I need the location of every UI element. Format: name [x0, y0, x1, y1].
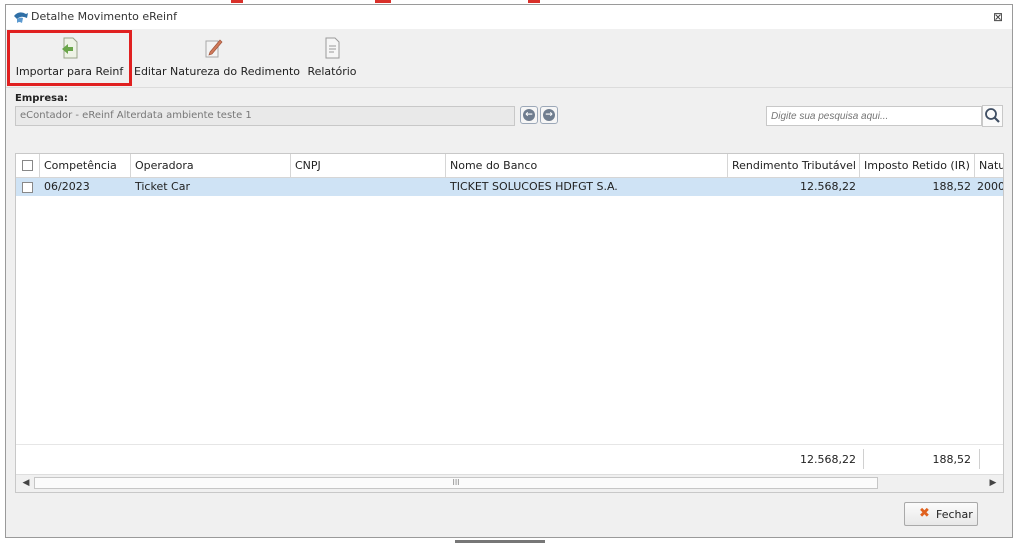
scroll-right-icon[interactable]: ▶	[985, 475, 1001, 491]
total-rendimento: 12.568,22	[800, 453, 856, 466]
previous-company-button[interactable]: ←	[520, 106, 538, 124]
grid-header: Competência Operadora CNPJ Nome do Banco…	[16, 154, 1003, 178]
column-header-operadora[interactable]: Operadora	[131, 154, 291, 177]
empresa-label: Empresa:	[15, 93, 68, 104]
next-company-button[interactable]: →	[540, 106, 558, 124]
totals-footer: 12.568,22 188,52	[16, 444, 1003, 475]
dialog-window: Detalhe Movimento eReinf ⊠ Importar para…	[5, 4, 1013, 538]
total-imposto: 188,52	[932, 453, 972, 466]
row-select-cell	[16, 178, 40, 196]
cell-cnpj	[291, 178, 446, 196]
top-strip	[0, 0, 1019, 3]
import-reinf-label: Importar para Reinf	[15, 65, 124, 78]
app-logo-icon	[14, 12, 28, 23]
search-icon	[985, 108, 1000, 123]
table-row[interactable]: 06/2023 Ticket Car TICKET SOLUCOES HDFGT…	[16, 178, 1003, 196]
select-all-cell	[16, 154, 40, 177]
edit-natureza-label: Editar Natureza do Redimento	[134, 65, 301, 78]
column-header-banco[interactable]: Nome do Banco	[446, 154, 728, 177]
scroll-left-icon[interactable]: ◀	[18, 475, 34, 491]
close-x-icon: ✖	[919, 506, 930, 521]
column-header-competencia[interactable]: Competência	[40, 154, 131, 177]
close-icon[interactable]: ⊠	[990, 9, 1006, 25]
cell-rendimento: 12.568,22	[800, 180, 856, 193]
cell-natureza: 2000	[977, 180, 1004, 193]
toolbar: Importar para Reinf Editar Natureza do R…	[6, 29, 1012, 88]
edit-icon	[205, 39, 223, 58]
column-header-rendimento[interactable]: Rendimento Tributável	[728, 154, 860, 177]
cell-operadora: Ticket Car	[135, 180, 190, 193]
data-grid: Competência Operadora CNPJ Nome do Banco…	[15, 153, 1004, 493]
empresa-field[interactable]: eContador - eReinf Alterdata ambiente te…	[15, 106, 515, 126]
scroll-thumb[interactable]: III	[34, 477, 878, 489]
report-icon	[325, 37, 340, 59]
cell-competencia: 06/2023	[44, 180, 90, 193]
fechar-label: Fechar	[936, 508, 973, 521]
bottom-edge-line	[455, 540, 545, 543]
edit-natureza-button[interactable]: Editar Natureza do Redimento	[134, 33, 301, 83]
import-reinf-button[interactable]: Importar para Reinf	[7, 30, 132, 86]
arrow-right-icon: →	[543, 109, 555, 121]
fechar-button[interactable]: ✖ Fechar	[904, 502, 978, 526]
row-checkbox[interactable]	[22, 182, 33, 193]
cell-imposto: 188,52	[932, 180, 972, 193]
import-icon	[61, 37, 77, 59]
cell-banco: TICKET SOLUCOES HDFGT S.A.	[450, 180, 618, 193]
arrow-left-icon: ←	[523, 109, 535, 121]
title-bar: Detalhe Movimento eReinf ⊠	[6, 5, 1012, 29]
select-all-checkbox[interactable]	[22, 160, 33, 171]
window-title: Detalhe Movimento eReinf	[31, 10, 177, 23]
horizontal-scrollbar[interactable]: ◀ III ▶	[16, 474, 1003, 492]
column-header-natureza[interactable]: Natu	[975, 154, 1003, 177]
search-button[interactable]	[982, 105, 1003, 127]
total-separator	[979, 449, 980, 469]
column-header-imposto[interactable]: Imposto Retido (IR)	[860, 154, 975, 177]
report-button[interactable]: Relatório	[302, 33, 362, 83]
column-header-cnpj[interactable]: CNPJ	[291, 154, 446, 177]
report-label: Relatório	[307, 65, 357, 78]
search-input[interactable]	[766, 106, 982, 126]
